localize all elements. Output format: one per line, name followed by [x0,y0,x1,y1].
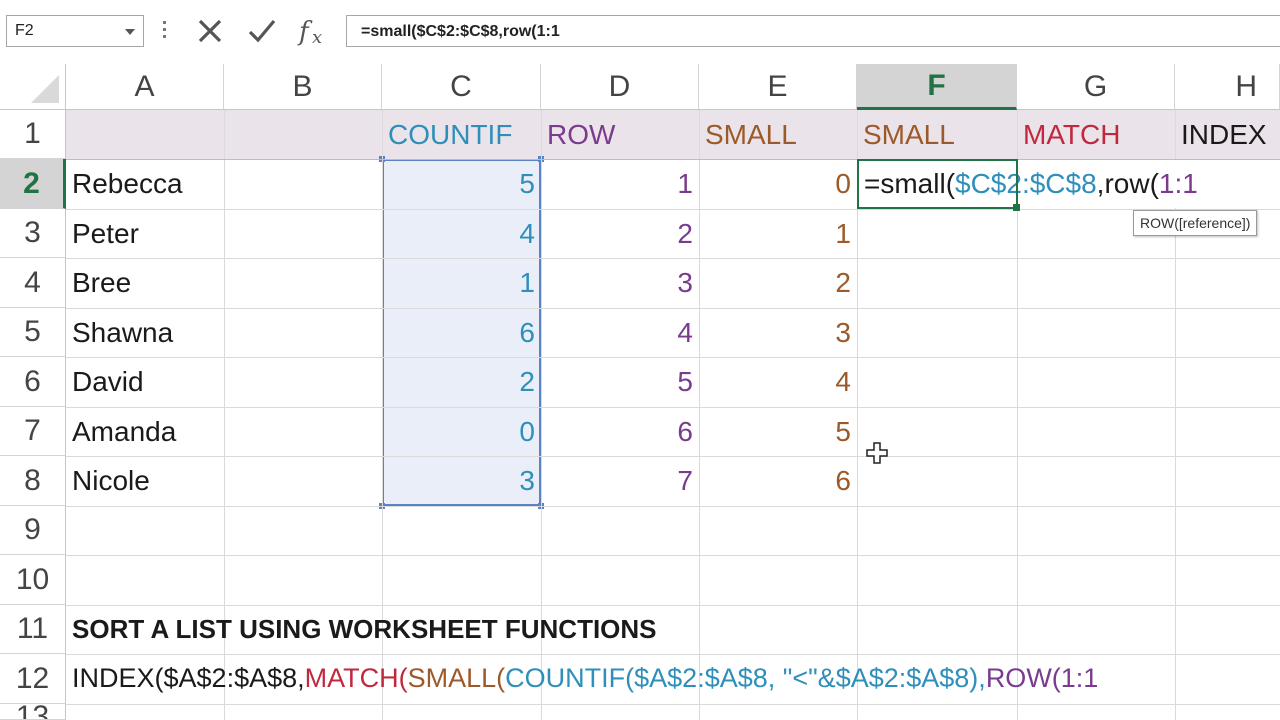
cell-name[interactable]: Shawna [66,308,224,357]
select-all-button[interactable] [0,64,66,110]
formula-part-small: SMALL( [407,663,506,693]
cell-name[interactable]: Nicole [66,456,224,505]
formula-bar: F2 f x =small($C$2:$C$8,row(1:1 [0,0,1280,64]
fill-handle[interactable] [1013,204,1020,211]
column-header-c[interactable]: C [382,64,541,110]
formula-part-index: INDEX($A$2:$A$8, [72,663,305,693]
column-header-a[interactable]: A [66,64,224,110]
name-box-value[interactable]: F2 [15,22,34,40]
cell-f1-small-header[interactable]: SMALL [857,110,1017,159]
cell-countif-value[interactable]: 4 [382,209,541,258]
active-cell-border [857,159,1018,209]
cell-g1-match-header[interactable]: MATCH [1017,110,1175,159]
cell-name[interactable]: David [66,357,224,406]
row-header-10[interactable]: 10 [0,555,66,605]
svg-text:f: f [297,17,313,46]
formula-explanation[interactable]: INDEX($A$2:$A$8, MATCH(SMALL(COUNTIF($A$… [66,654,1280,703]
row-header-13[interactable]: 13 [0,704,66,720]
cell-name[interactable]: Amanda [66,407,224,456]
cell-row-value[interactable]: 4 [541,308,699,357]
row-header-5[interactable]: 5 [0,308,66,357]
cell-name[interactable]: Rebecca [66,159,224,208]
cell-row-value[interactable]: 2 [541,209,699,258]
svg-text:x: x [312,27,322,46]
row-header-6[interactable]: 6 [0,357,66,407]
column-header-d[interactable]: D [541,64,699,110]
editor-mid: ,row( [1096,168,1159,199]
column-header-e[interactable]: E [699,64,857,110]
cell-cursor-icon [866,442,888,464]
cancel-button[interactable] [188,15,232,47]
cell-row-value[interactable]: 5 [541,357,699,406]
cell-small-value[interactable]: 4 [699,357,857,406]
cell-e1-small-header[interactable]: SMALL [699,110,857,159]
cell-countif-value[interactable]: 6 [382,308,541,357]
insert-function-icon: f x [297,17,322,46]
row-header-1[interactable]: 1 [0,110,66,159]
row-header-13-label: 13 [16,704,49,719]
editor-arg: 1:1 [1158,168,1198,199]
cell-row-value[interactable]: 7 [541,456,699,505]
cell-small-value[interactable]: 3 [699,308,857,357]
worksheet-grid[interactable]: A B C D E F G H 1 2 3 4 5 6 7 8 9 10 11 … [0,64,1280,720]
cancel-icon [198,19,222,43]
cell-small-value[interactable]: 5 [699,407,857,456]
column-header-f[interactable]: F [857,64,1017,110]
sheet-title[interactable]: SORT A LIST USING WORKSHEET FUNCTIONS [66,605,866,654]
column-header-h[interactable]: H [1175,64,1280,110]
row-header-3[interactable]: 3 [0,209,66,258]
function-tooltip[interactable]: ROW([reference]) [1133,210,1258,236]
formula-text[interactable]: =small($C$2:$C$8,row(1:1 [361,23,560,41]
row-header-9[interactable]: 9 [0,506,66,555]
formula-part-countif: COUNTIF($A$2:$A$8, "<"&$A$2:$A$8), [505,663,986,693]
cell-small-value[interactable]: 1 [699,209,857,258]
function-tooltip-text: ROW([reference]) [1140,215,1251,231]
column-header-b[interactable]: B [224,64,382,110]
insert-function-button[interactable]: f x [292,15,336,47]
dropdown-arrow-icon[interactable] [125,29,135,35]
cell-row-value[interactable]: 1 [541,159,699,208]
formula-part-match: MATCH( [304,663,408,693]
formula-bar-grip[interactable] [163,18,167,44]
cell-countif-value[interactable]: 3 [382,456,541,505]
cell-h1-index-header[interactable]: INDEX [1175,110,1280,159]
cell-countif-value[interactable]: 0 [382,407,541,456]
cell-small-value[interactable]: 2 [699,258,857,307]
row-header-4[interactable]: 4 [0,258,66,308]
cell-countif-value[interactable]: 2 [382,357,541,406]
row-header-7[interactable]: 7 [0,407,66,456]
cell-name[interactable]: Peter [66,209,224,258]
row-header-12[interactable]: 12 [0,654,66,704]
formula-input[interactable]: =small($C$2:$C$8,row(1:1 [346,15,1280,47]
formula-part-row: ROW(1:1 [985,663,1099,693]
name-box[interactable]: F2 [6,15,144,47]
cell-small-value[interactable]: 6 [699,456,857,505]
row-header-11[interactable]: 11 [0,605,66,654]
cell-countif-value[interactable]: 5 [382,159,541,208]
cell-row-value[interactable]: 3 [541,258,699,307]
row-header-8[interactable]: 8 [0,456,66,506]
enter-button[interactable] [240,15,284,47]
enter-check-icon [248,19,276,43]
cell-c1-countif-header[interactable]: COUNTIF [382,110,541,159]
column-header-g[interactable]: G [1017,64,1175,110]
cell-countif-value[interactable]: 1 [382,258,541,307]
cell-d1-row-header[interactable]: ROW [541,110,699,159]
cell-row-value[interactable]: 6 [541,407,699,456]
cell-small-value[interactable]: 0 [699,159,857,208]
row-header-2[interactable]: 2 [0,159,66,209]
formula-bar-buttons: f x [188,15,340,47]
cell-name[interactable]: Bree [66,258,224,307]
